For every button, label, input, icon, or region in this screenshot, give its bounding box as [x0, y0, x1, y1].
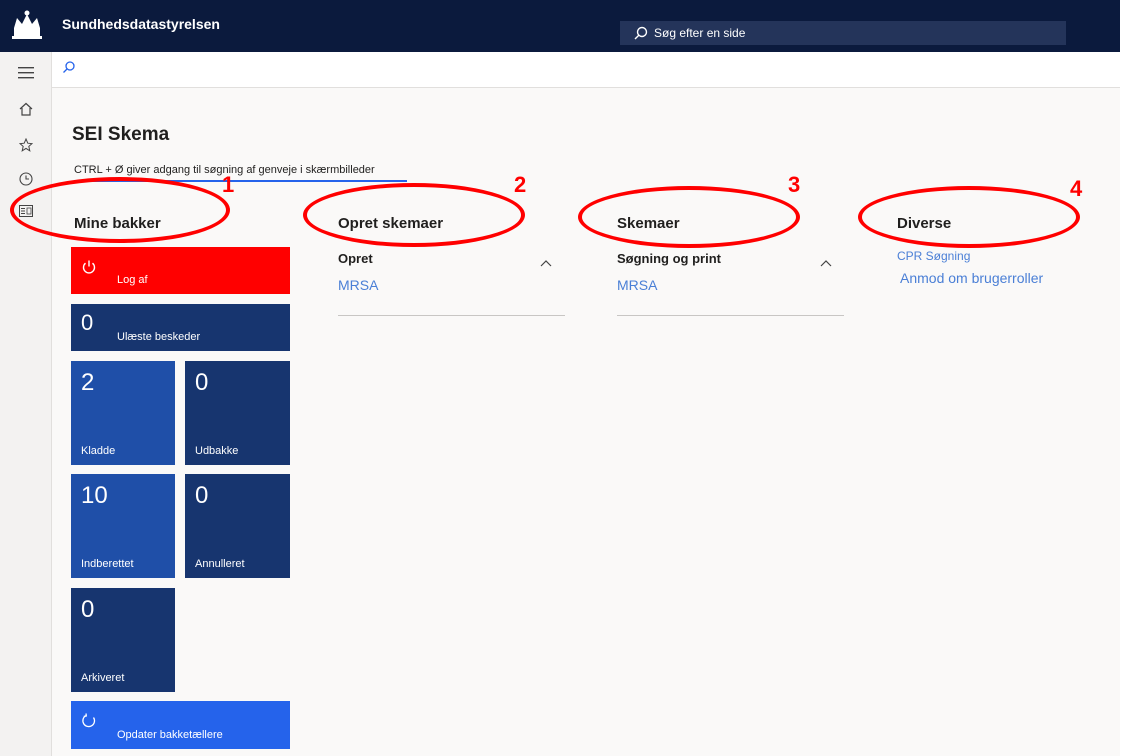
skemaer-group-header[interactable]: Søgning og print — [617, 251, 721, 266]
annotation-number-1: 1 — [222, 172, 235, 197]
action-pane — [52, 52, 1120, 88]
star-icon[interactable] — [0, 128, 52, 162]
window-edge — [1120, 0, 1129, 756]
opret-mrsa-link[interactable]: MRSA — [338, 277, 378, 293]
opret-group-header[interactable]: Opret — [338, 251, 373, 266]
tile-count: 0 — [81, 596, 95, 623]
skemaer-mrsa-link[interactable]: MRSA — [617, 277, 657, 293]
annotation-oval-4 — [858, 186, 1080, 248]
search-input[interactable]: Søg efter en side — [620, 21, 1066, 45]
search-icon — [634, 26, 648, 40]
power-icon — [81, 259, 97, 280]
annulleret-tile[interactable]: 0 Annulleret — [185, 474, 290, 578]
page-title: SEI Skema — [72, 124, 170, 145]
tile-label: Kladde — [81, 445, 116, 457]
log-af-tile[interactable]: Log af — [71, 247, 290, 294]
home-icon[interactable] — [0, 92, 52, 126]
cpr-soegning-link[interactable]: CPR Søgning — [897, 249, 970, 263]
skemaer-divider — [617, 315, 844, 316]
tile-label: Log af — [117, 274, 148, 286]
tile-label: Ulæste beskeder — [117, 331, 201, 343]
kladde-tile[interactable]: 2 Kladde — [71, 361, 175, 465]
tile-label: Annulleret — [195, 558, 245, 570]
ulaeste-beskeder-tile[interactable]: 0 Ulæste beskeder — [71, 304, 290, 351]
left-nav — [0, 52, 52, 756]
tile-label: Opdater bakketællere — [117, 729, 223, 741]
annotation-number-4: 4 — [1070, 176, 1083, 201]
tile-count: 2 — [81, 369, 95, 396]
chevron-up-icon[interactable] — [820, 254, 832, 272]
action-search-icon[interactable] — [62, 60, 76, 79]
annotation-oval-2 — [303, 183, 525, 247]
search-placeholder: Søg efter en side — [654, 26, 746, 40]
opdater-bakketaellere-tile[interactable]: Opdater bakketællere — [71, 701, 290, 749]
indberettet-tile[interactable]: 10 Indberettet — [71, 474, 175, 578]
tile-label: Udbakke — [195, 445, 239, 457]
refresh-icon — [81, 713, 97, 734]
tile-label: Arkiveret — [81, 672, 125, 684]
annotation-oval-1 — [10, 177, 230, 243]
tile-count: 0 — [195, 482, 209, 509]
tile-count: 0 — [195, 369, 209, 396]
crown-logo-icon[interactable] — [8, 10, 46, 42]
hamburger-icon[interactable] — [0, 56, 52, 90]
tile-label: Indberettet — [81, 558, 134, 570]
chevron-up-icon[interactable] — [540, 254, 552, 272]
top-bar: Sundhedsdatastyrelsen Søg efter en side — [0, 0, 1120, 52]
annotation-number-2: 2 — [514, 172, 527, 197]
tile-count: 10 — [81, 482, 108, 509]
arkiveret-tile[interactable]: 0 Arkiveret — [71, 588, 175, 692]
annotation-oval-3 — [578, 186, 800, 248]
opret-divider — [338, 315, 565, 316]
udbakke-tile[interactable]: 0 Udbakke — [185, 361, 290, 465]
app-title: Sundhedsdatastyrelsen — [62, 16, 220, 32]
anmod-om-brugerroller-link[interactable]: Anmod om brugerroller — [900, 270, 1043, 286]
annotation-number-3: 3 — [788, 172, 801, 197]
tile-count: 0 — [81, 310, 94, 335]
